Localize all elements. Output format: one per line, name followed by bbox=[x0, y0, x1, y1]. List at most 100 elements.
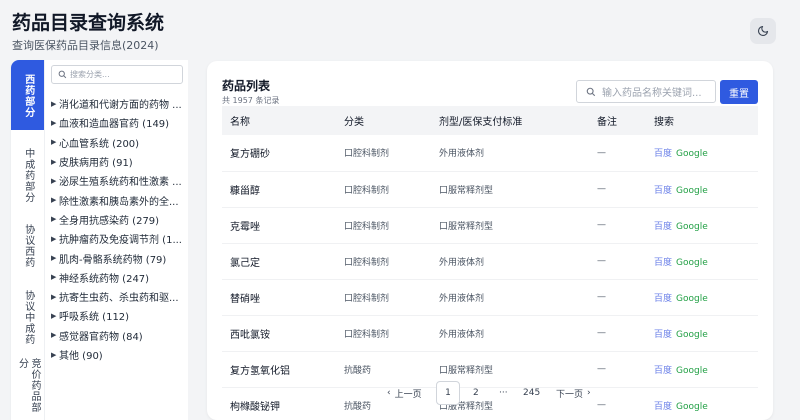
caret-right-icon: ▶ bbox=[51, 138, 57, 147]
category-list: ▶ 消化道和代谢方面的药物 ... ▶ 血液和造血器官药 (149) ▶ 心血管系统 … bbox=[51, 94, 185, 364]
category-item[interactable]: ▶ 感觉器官药物 (84) bbox=[51, 326, 185, 345]
column-header-category: 分类 bbox=[344, 106, 439, 135]
drug-note: — bbox=[597, 171, 654, 208]
category-search-input[interactable]: 搜索分类... bbox=[51, 65, 183, 84]
category-label: 消化道和代谢方面的药物 ... bbox=[59, 100, 182, 112]
baidu-search-link[interactable]: 百度 bbox=[654, 366, 672, 376]
category-item[interactable]: ▶ 全身用抗感染药 (279) bbox=[51, 210, 185, 229]
category-item[interactable]: ▶ 消化道和代谢方面的药物 ... bbox=[51, 94, 185, 113]
category-item[interactable]: ▶ 血液和造血器官药 (149) bbox=[51, 113, 185, 132]
category-item[interactable]: ▶ 抗肿瘤药及免疫调节剂 (1... bbox=[51, 229, 185, 248]
drug-search-placeholder: 输入药品名称关键词... bbox=[602, 88, 702, 99]
category-item[interactable]: ▶ 泌尿生殖系统药和性激素 ... bbox=[51, 171, 185, 190]
category-panel: 搜索分类... ▶ 消化道和代谢方面的药物 ... ▶ 血液和造血器官药 (149)… bbox=[44, 60, 188, 420]
category-label: 血液和造血器官药 (149) bbox=[59, 119, 170, 131]
column-header-note: 备注 bbox=[597, 106, 654, 135]
caret-right-icon: ▶ bbox=[51, 157, 57, 166]
category-search-placeholder: 搜索分类... bbox=[70, 70, 110, 79]
category-item[interactable]: ▶ 呼吸系统 (112) bbox=[51, 306, 185, 325]
category-item[interactable]: ▶ 除性激素和胰岛素外的全... bbox=[51, 190, 185, 209]
baidu-search-link[interactable]: 百度 bbox=[654, 222, 672, 232]
search-icon bbox=[58, 70, 67, 79]
drug-note: — bbox=[597, 207, 654, 244]
reset-button[interactable]: 重置 bbox=[720, 80, 758, 104]
category-label: 抗肿瘤药及免疫调节剂 (1... bbox=[59, 235, 182, 247]
caret-right-icon: ▶ bbox=[51, 196, 57, 205]
drug-table: 名称 分类 剂型/医保支付标准 备注 搜索 复方硼砂 口腔科制剂 外用液体剂 —… bbox=[222, 106, 758, 420]
google-search-link[interactable]: Google bbox=[676, 222, 708, 232]
baidu-search-link[interactable]: 百度 bbox=[654, 258, 672, 268]
category-item[interactable]: ▶ 肌肉-骨骼系统药物 (79) bbox=[51, 248, 185, 267]
table-header-row: 名称 分类 剂型/医保支付标准 备注 搜索 bbox=[222, 106, 758, 135]
search-links: 百度 Google bbox=[654, 315, 758, 352]
google-search-link[interactable]: Google bbox=[676, 330, 708, 340]
caret-right-icon: ▶ bbox=[51, 331, 57, 340]
chevron-right-icon: › bbox=[587, 388, 591, 398]
next-page-button[interactable]: 下一页 › bbox=[556, 381, 591, 405]
category-label: 感觉器官药物 (84) bbox=[59, 331, 143, 343]
page-button[interactable]: 2 bbox=[473, 381, 479, 405]
tab-bidding-drugs[interactable]: 竞价药品部分 bbox=[11, 354, 44, 420]
caret-right-icon: ▶ bbox=[51, 215, 57, 224]
tab-label: 西药部分 bbox=[22, 74, 34, 118]
tab-label: 协议西药 bbox=[22, 224, 34, 268]
prev-page-label: 上一页 bbox=[394, 389, 422, 400]
moon-icon bbox=[757, 25, 769, 37]
category-label: 除性激素和胰岛素外的全... bbox=[59, 196, 179, 208]
drug-category: 口腔科制剂 bbox=[344, 243, 439, 280]
app-title: 药品目录查询系统 bbox=[12, 12, 165, 34]
caret-right-icon: ▶ bbox=[51, 273, 57, 282]
google-search-link[interactable]: Google bbox=[676, 366, 708, 376]
caret-right-icon: ▶ bbox=[51, 234, 57, 243]
category-label: 泌尿生殖系统药和性激素 ... bbox=[59, 177, 182, 189]
tab-label: 中成药部分 bbox=[22, 148, 34, 203]
baidu-search-link[interactable]: 百度 bbox=[654, 149, 672, 159]
drug-form: 外用液体剂 bbox=[439, 315, 597, 352]
google-search-link[interactable]: Google bbox=[676, 186, 708, 196]
category-label: 心血管系统 (200) bbox=[59, 138, 140, 150]
search-links: 百度 Google bbox=[654, 171, 758, 208]
prev-page-button[interactable]: ‹ 上一页 bbox=[387, 381, 422, 405]
table-row: 复方硼砂 口腔科制剂 外用液体剂 — 百度 Google bbox=[222, 135, 758, 172]
drug-note: — bbox=[597, 315, 654, 352]
drug-form: 外用液体剂 bbox=[439, 279, 597, 316]
category-label: 其他 (90) bbox=[59, 351, 103, 362]
search-links: 百度 Google bbox=[654, 243, 758, 280]
drug-category: 口腔科制剂 bbox=[344, 207, 439, 244]
caret-right-icon: ▶ bbox=[51, 350, 57, 359]
drug-form: 口服常释剂型 bbox=[439, 171, 597, 208]
category-item[interactable]: ▶ 皮肤病用药 (91) bbox=[51, 152, 185, 171]
google-search-link[interactable]: Google bbox=[676, 294, 708, 304]
google-search-link[interactable]: Google bbox=[676, 258, 708, 268]
record-count: 共 1957 条记录 bbox=[222, 96, 280, 105]
tab-western-medicine[interactable]: 西药部分 bbox=[11, 60, 44, 130]
baidu-search-link[interactable]: 百度 bbox=[654, 186, 672, 196]
theme-toggle-button[interactable] bbox=[750, 18, 776, 44]
drug-note: — bbox=[597, 135, 654, 172]
tab-agreement-western[interactable]: 协议西药 bbox=[11, 212, 44, 282]
drug-name: 克霉唑 bbox=[222, 207, 344, 244]
page-button[interactable]: 245 bbox=[523, 381, 540, 405]
next-page-label: 下一页 bbox=[556, 389, 584, 400]
caret-right-icon: ▶ bbox=[51, 311, 57, 320]
page-button-current[interactable]: 1 bbox=[436, 381, 460, 405]
search-links: 百度 Google bbox=[654, 279, 758, 316]
tab-chinese-patent-medicine[interactable]: 中成药部分 bbox=[11, 130, 44, 212]
drug-search-input[interactable]: 输入药品名称关键词... bbox=[576, 80, 716, 103]
caret-right-icon: ▶ bbox=[51, 254, 57, 263]
google-search-link[interactable]: Google bbox=[676, 149, 708, 159]
category-item[interactable]: ▶ 其他 (90) bbox=[51, 345, 185, 364]
category-label: 呼吸系统 (112) bbox=[59, 312, 130, 324]
category-item[interactable]: ▶ 神经系统药物 (247) bbox=[51, 268, 185, 287]
tab-label: 竞价药品部分 bbox=[16, 358, 41, 413]
table-row: 氯己定 口腔科制剂 外用液体剂 — 百度 Google bbox=[222, 243, 758, 280]
category-item[interactable]: ▶ 抗寄生虫药、杀虫药和驱... bbox=[51, 287, 185, 306]
baidu-search-link[interactable]: 百度 bbox=[654, 294, 672, 304]
category-item[interactable]: ▶ 心血管系统 (200) bbox=[51, 133, 185, 152]
drug-list-card: 药品列表 共 1957 条记录 输入药品名称关键词... 重置 名称 分类 剂型… bbox=[207, 61, 773, 420]
baidu-search-link[interactable]: 百度 bbox=[654, 330, 672, 340]
drug-category: 口腔科制剂 bbox=[344, 279, 439, 316]
category-label: 抗寄生虫药、杀虫药和驱... bbox=[59, 293, 179, 305]
tab-agreement-chinese[interactable]: 协议中成药 bbox=[11, 282, 44, 354]
app-subtitle: 查询医保药品目录信息(2024) bbox=[12, 39, 159, 52]
